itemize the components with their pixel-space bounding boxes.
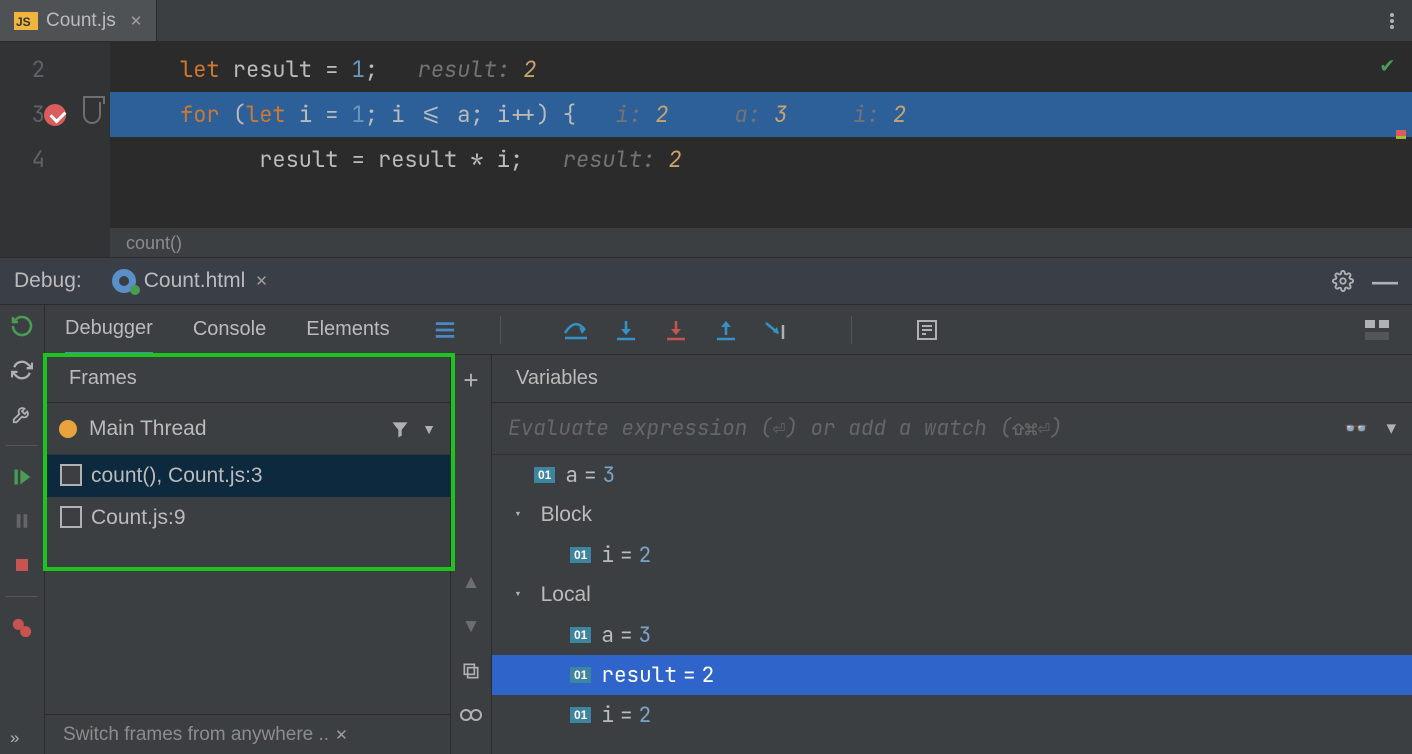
code-area[interactable]: let result = 1; result: 2 for (let i = 1… [110, 42, 1412, 257]
mute-breakpoints-icon[interactable] [9, 615, 35, 641]
layout-settings-icon[interactable] [1362, 315, 1392, 345]
navigate-down-icon[interactable]: ▼ [458, 614, 484, 640]
stop-icon[interactable] [9, 552, 35, 578]
stack-frame-icon [63, 467, 81, 485]
filter-icon[interactable] [390, 419, 410, 439]
variable-row[interactable]: 01i = 2 [492, 535, 1412, 575]
debug-panels: Frames Main Thread ▼ count(), Count.js:3… [45, 355, 1412, 754]
code-editor[interactable]: 2 3 4 let result = 1; result: 2 for (let… [0, 42, 1412, 257]
watch-input-row[interactable]: Evaluate expression (⏎) or add a watch (… [492, 403, 1412, 455]
code-line[interactable]: let result = 1; result: 2 [110, 47, 1412, 92]
add-watch-icon[interactable]: + [458, 367, 484, 393]
debug-tool-window-header: Debug: Count.html ✕ — [0, 257, 1412, 305]
close-tab-icon[interactable]: ✕ [130, 12, 143, 30]
frames-header: Frames [45, 355, 450, 403]
more-icon[interactable]: » [10, 728, 19, 748]
step-out-icon[interactable] [711, 315, 741, 345]
navigate-up-icon[interactable]: ▲ [458, 570, 484, 596]
stack-frame-icon [63, 509, 81, 527]
frame-item[interactable]: Count.js:9 [45, 497, 450, 539]
js-file-icon: JS [14, 12, 38, 30]
rerun-icon[interactable] [9, 313, 35, 339]
variable-row-selected[interactable]: 01result = 2 [492, 655, 1412, 695]
force-step-into-icon[interactable] [661, 315, 691, 345]
debug-tab-row: Debugger Console Elements [45, 305, 1412, 355]
variable-row[interactable]: 01a = 3 [492, 615, 1412, 655]
step-over-icon[interactable] [561, 315, 591, 345]
variables-panel: Variables Evaluate expression (⏎) or add… [492, 355, 1412, 754]
evaluate-expression-icon[interactable] [912, 315, 942, 345]
tab-elements[interactable]: Elements [306, 305, 389, 354]
editor-kebab-menu[interactable] [1372, 0, 1412, 41]
code-line-current[interactable]: for (let i = 1; i <= a; i++) { i: 2 a: 3… [110, 92, 1412, 137]
tab-filename: Count.js [46, 10, 116, 32]
hide-tool-window-icon[interactable]: — [1372, 266, 1398, 297]
wrench-icon[interactable] [9, 401, 35, 427]
show-watches-icon[interactable] [458, 702, 484, 728]
chevron-down-icon[interactable]: ▾ [508, 586, 528, 604]
debug-label: Debug: [14, 269, 82, 293]
line-number: 2 [32, 55, 45, 84]
resume-icon[interactable] [9, 464, 35, 490]
line-number: 4 [32, 145, 45, 174]
watch-input-placeholder[interactable]: Evaluate expression (⏎) or add a watch (… [508, 415, 1334, 442]
error-stripe-marker[interactable] [1396, 136, 1406, 139]
editor-tab-countjs[interactable]: JS Count.js ✕ [0, 0, 157, 41]
variable-row[interactable]: 01a = 3 [492, 455, 1412, 495]
dropdown-icon[interactable]: ▼ [422, 421, 436, 437]
variable-scope-row[interactable]: ▾ Local [492, 575, 1412, 615]
browser-run-icon [112, 269, 136, 293]
frame-label: count(), Count.js:3 [91, 464, 263, 488]
watch-dropdown-icon[interactable]: ▾ [1386, 417, 1396, 440]
code-line[interactable]: result = result * i; result: 2 [110, 137, 1412, 182]
debug-left-rail: » [0, 305, 45, 754]
gutter[interactable]: 2 3 4 [0, 42, 110, 257]
pause-icon[interactable] [9, 508, 35, 534]
run-config-name[interactable]: Count.html [144, 269, 246, 293]
thread-name: Main Thread [89, 417, 207, 441]
breadcrumbs[interactable]: count() [110, 227, 1412, 257]
thread-selector[interactable]: Main Thread ▼ [45, 403, 450, 455]
inspection-ok-icon[interactable]: ✔ [1381, 50, 1394, 79]
frames-hint: Switch frames from anywhere ..✕ [45, 714, 450, 754]
frame-label: Count.js:9 [91, 506, 186, 530]
variables-tree[interactable]: 01a = 3 ▾ Block 01i = 2 ▾ Local 01a = 3 … [492, 455, 1412, 754]
variable-scope-row[interactable]: ▾ Block [492, 495, 1412, 535]
threads-icon[interactable] [430, 315, 460, 345]
tab-debugger[interactable]: Debugger [65, 306, 153, 355]
breakpoint-icon[interactable] [44, 104, 66, 126]
gear-icon[interactable] [1332, 270, 1354, 292]
frames-panel: Frames Main Thread ▼ count(), Count.js:3… [45, 355, 450, 754]
chevron-down-icon[interactable]: ▾ [508, 506, 528, 524]
step-into-icon[interactable] [611, 315, 641, 345]
thread-status-icon [59, 420, 77, 438]
method-separator-icon [83, 102, 101, 124]
copy-icon[interactable] [458, 658, 484, 684]
editor-tab-bar: JS Count.js ✕ [0, 0, 1412, 42]
variables-toolbar: + ▲ ▼ [450, 355, 492, 754]
glasses-icon[interactable]: 👓 [1344, 416, 1369, 441]
frame-item[interactable]: count(), Count.js:3 [45, 455, 450, 497]
close-tab-icon[interactable]: ✕ [255, 272, 268, 290]
tab-console[interactable]: Console [193, 305, 266, 354]
debug-body: » Debugger Console Elements Frames [0, 305, 1412, 754]
variables-header: Variables [492, 355, 1412, 403]
run-to-cursor-icon[interactable] [761, 315, 791, 345]
debug-right-area: Debugger Console Elements Frames [45, 305, 1412, 754]
variable-row[interactable]: 01i = 2 [492, 695, 1412, 735]
update-icon[interactable] [9, 357, 35, 383]
